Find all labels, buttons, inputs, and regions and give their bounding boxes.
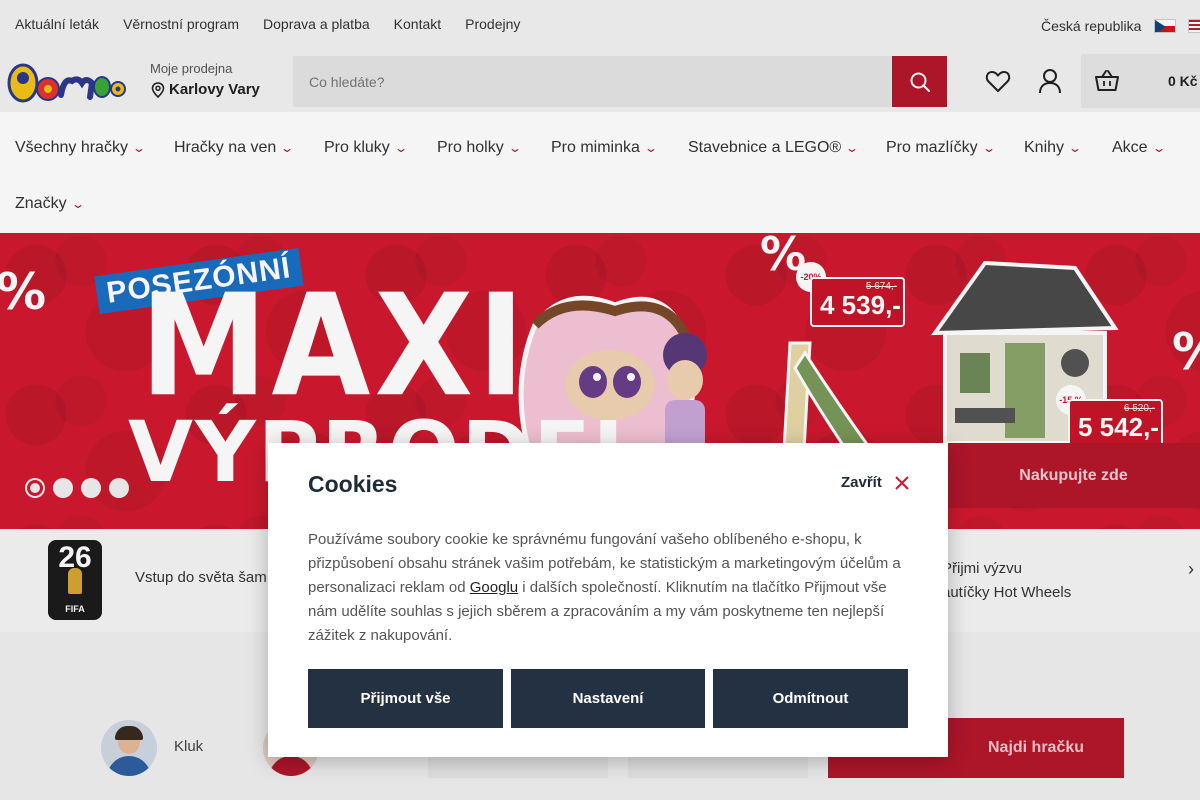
cookie-text: Používáme soubory cookie ke správnému fu… (308, 528, 918, 648)
google-link[interactable]: Googlu (470, 579, 518, 596)
cookie-title: Cookies (308, 471, 398, 497)
settings-button[interactable]: Nastavení (511, 669, 705, 728)
close-button[interactable]: Zavřít (841, 474, 910, 491)
close-label: Zavřít (841, 474, 882, 491)
reject-button[interactable]: Odmítnout (713, 669, 908, 728)
close-icon (895, 475, 909, 490)
cookie-dialog: Cookies Zavřít Používáme soubory cookie … (268, 443, 948, 757)
accept-all-button[interactable]: Přijmout vše (308, 669, 503, 728)
